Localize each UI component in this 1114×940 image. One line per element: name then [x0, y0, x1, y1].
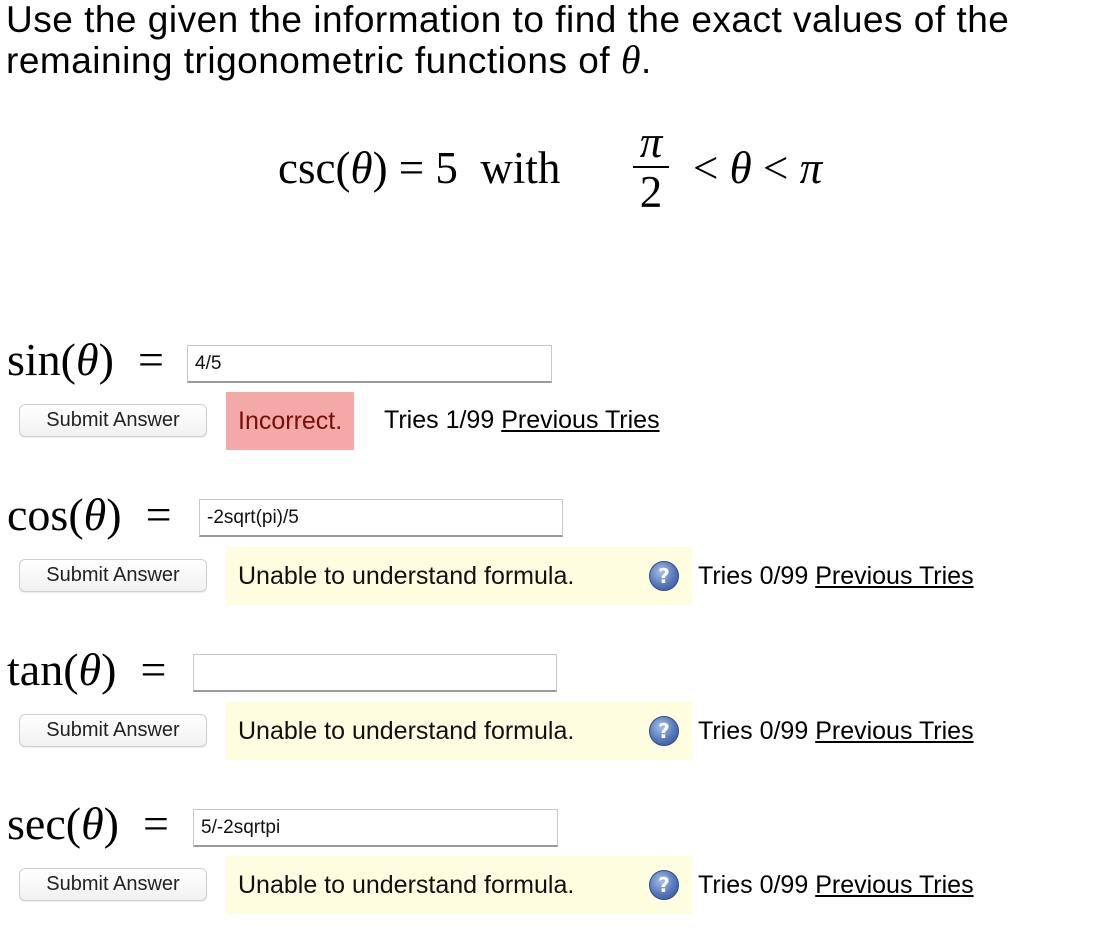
prompt-text: Use the given the information to find th… — [6, 0, 1010, 81]
cos-previous-tries-link[interactable]: Previous Tries — [815, 562, 973, 590]
prompt-theta-symbol: θ — [620, 37, 642, 82]
sec-previous-tries-link[interactable]: Previous Tries — [815, 871, 973, 899]
question-mark-help-icon[interactable]: ? — [649, 561, 679, 591]
sin-tries: Tries 1/99 Previous Tries — [384, 405, 660, 435]
sec-feedback-warning: Unable to understand formula. — [226, 856, 692, 914]
tan-answer-input[interactable] — [193, 654, 557, 692]
sin-feedback-incorrect: Incorrect. — [226, 392, 355, 450]
tries-count: Tries 0/99 — [698, 871, 809, 899]
problem-prompt: Use the given the information to find th… — [6, 0, 1106, 81]
question-mark-help-icon[interactable]: ? — [649, 870, 679, 900]
tan-tries: Tries 0/99 Previous Tries — [698, 716, 974, 746]
cos-feedback-warning: Unable to understand formula. — [226, 547, 692, 605]
cos-tries: Tries 0/99 Previous Tries — [698, 561, 974, 591]
question-mark-help-icon[interactable]: ? — [649, 716, 679, 746]
fraction-denominator: 2 — [639, 167, 663, 217]
sec-submit-button[interactable]: Submit Answer — [19, 868, 207, 901]
cos-submit-button[interactable]: Submit Answer — [19, 559, 207, 592]
tan-feedback-warning: Unable to understand formula. — [226, 702, 692, 760]
tan-submit-button[interactable]: Submit Answer — [19, 714, 207, 747]
sec-answer-input[interactable] — [193, 809, 558, 847]
sin-previous-tries-link[interactable]: Previous Tries — [501, 406, 659, 434]
sin-submit-button[interactable]: Submit Answer — [19, 404, 207, 437]
sin-answer-input[interactable] — [187, 345, 552, 383]
tries-count: Tries 1/99 — [384, 406, 495, 434]
pi-over-2-fraction: π 2 — [633, 117, 669, 217]
tan-label: tan(θ) = — [7, 644, 167, 695]
prompt-period: . — [641, 40, 652, 81]
tries-count: Tries 0/99 — [698, 717, 809, 745]
sin-label: sin(θ) = — [7, 334, 164, 385]
cos-answer-input[interactable] — [199, 499, 563, 537]
given-inequality: < θ < π — [693, 143, 823, 193]
tries-count: Tries 0/99 — [698, 562, 809, 590]
cos-label: cos(θ) = — [7, 489, 172, 540]
fraction-numerator: π — [639, 117, 663, 167]
sec-tries: Tries 0/99 Previous Tries — [698, 870, 974, 900]
tan-previous-tries-link[interactable]: Previous Tries — [815, 717, 973, 745]
given-lhs: csc(θ) = 5 with — [278, 143, 561, 193]
sec-label: sec(θ) = — [7, 798, 169, 849]
